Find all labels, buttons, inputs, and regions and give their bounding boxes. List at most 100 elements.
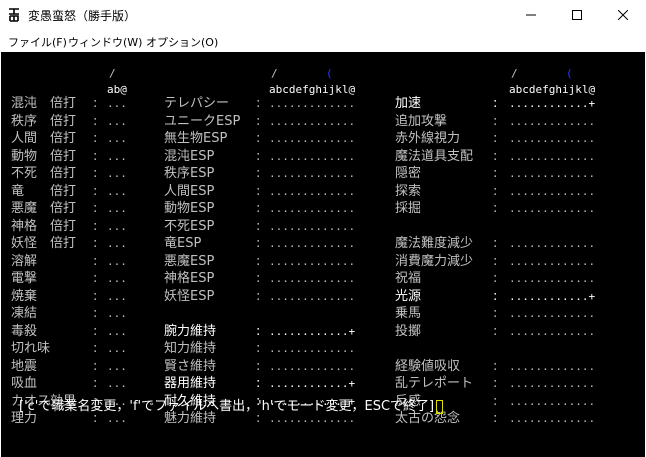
- menu-window[interactable]: ウィンドウ(W): [68, 34, 142, 50]
- flag-label: 秩序 倍打: [11, 113, 77, 129]
- flag-value: .............: [269, 359, 356, 373]
- flag-separator: :: [93, 306, 98, 321]
- flag-label: 追加攻撃: [395, 113, 448, 129]
- flag-separator: :: [256, 131, 261, 146]
- flag-separator: :: [256, 201, 261, 216]
- flag-label: 知力維持: [164, 341, 217, 356]
- flag-label: 神格ESP: [164, 271, 215, 286]
- flag-value: .............: [509, 359, 596, 373]
- flag-separator: :: [493, 393, 498, 409]
- flag-value: ...: [107, 114, 127, 128]
- close-icon: [618, 10, 628, 20]
- flag-value: .............: [269, 202, 356, 215]
- flag-value: .............: [509, 237, 596, 250]
- flag-separator: :: [256, 376, 261, 391]
- flag-value: .............: [509, 149, 596, 163]
- flag-label: 焼棄: [11, 288, 38, 304]
- flag-separator: :: [493, 271, 498, 286]
- flag-separator: :: [93, 236, 98, 251]
- flag-separator: :: [493, 376, 498, 391]
- flag-value: .............: [269, 167, 356, 180]
- flag-value: ...: [107, 324, 127, 338]
- flag-separator: :: [93, 148, 98, 164]
- flag-value: .............: [509, 114, 596, 128]
- flag-value: ...: [107, 97, 127, 110]
- flag-value: .............: [509, 307, 596, 320]
- flag-value: ............+: [269, 377, 356, 390]
- flag-value: ...: [107, 254, 127, 268]
- flag-separator: :: [93, 358, 98, 374]
- flag-label: 混沌ESP: [164, 148, 215, 164]
- flag-value: .............: [509, 412, 596, 425]
- flag-separator: :: [493, 96, 498, 111]
- flag-label: 切れ味: [11, 341, 51, 356]
- flag-value: ...: [107, 219, 127, 233]
- flag-separator: :: [493, 113, 498, 129]
- minimize-button[interactable]: [508, 0, 554, 30]
- close-button[interactable]: [600, 0, 646, 30]
- flag-separator: :: [93, 253, 98, 269]
- flag-label: 探索: [395, 183, 422, 199]
- flag-label: 消費魔力減少: [395, 253, 474, 269]
- flag-label: 悪魔 倍打: [11, 201, 77, 216]
- flag-label: 神格 倍打: [11, 218, 77, 234]
- flag-label: 吸血: [11, 376, 38, 391]
- flag-separator: :: [493, 236, 498, 251]
- flag-value: .............: [269, 237, 356, 250]
- flag-separator: :: [256, 183, 261, 199]
- maximize-button[interactable]: [554, 0, 600, 30]
- flag-value: .............: [269, 97, 356, 110]
- window-title: 変愚蛮怒（勝手版）: [28, 9, 137, 23]
- column-slash-marker: /: [271, 67, 278, 80]
- flag-separator: :: [93, 218, 98, 234]
- app-window: 変愚蛮怒（勝手版） ファイル(F) ウィンドウ(W) オプション(O) / ab@…: [0, 0, 646, 457]
- flag-label: 秩序ESP: [164, 166, 215, 181]
- flag-label: 人間ESP: [164, 183, 215, 199]
- game-terminal[interactable]: / ab@ 混沌 倍打:... 秩序 倍打:... 人間 倍打:... 動物 倍打:...…: [1, 52, 645, 457]
- flag-value: .............: [509, 132, 596, 145]
- flag-separator: :: [493, 183, 498, 199]
- flag-value: .............: [269, 289, 356, 303]
- flag-value: .............: [509, 377, 596, 390]
- flag-separator: :: [93, 113, 98, 129]
- flag-separator: :: [493, 358, 498, 374]
- flag-separator: :: [93, 131, 98, 146]
- flag-separator: :: [256, 166, 261, 181]
- flag-separator: :: [256, 323, 261, 339]
- title-bar[interactable]: 変愚蛮怒（勝手版）: [0, 0, 646, 30]
- flag-separator: :: [493, 306, 498, 321]
- flag-separator: :: [93, 166, 98, 181]
- flag-label: 毒殺: [11, 323, 38, 339]
- flag-label: 賢さ維持: [164, 358, 217, 374]
- flag-label: 竜ESP: [164, 236, 202, 251]
- flag-separator: :: [256, 271, 261, 286]
- flag-label: 凍結: [11, 306, 38, 321]
- flag-label: 妖怪 倍打: [11, 236, 77, 251]
- flag-value: ...: [107, 289, 127, 303]
- flag-separator: :: [256, 341, 261, 356]
- flag-separator: :: [256, 288, 261, 304]
- flag-separator: :: [93, 96, 98, 111]
- flag-separator: :: [256, 96, 261, 111]
- minimize-icon: [526, 14, 536, 16]
- flag-value: ...: [107, 184, 127, 198]
- flag-label: 加速: [395, 96, 422, 111]
- flag-separator: :: [493, 288, 498, 304]
- flag-value: .............: [269, 149, 356, 163]
- flag-label: 溶解: [11, 253, 38, 269]
- flag-value: ...: [107, 342, 127, 355]
- menu-file[interactable]: ファイル(F): [8, 34, 67, 50]
- flag-label: 竜 倍打: [11, 183, 77, 199]
- flag-value: ............+: [509, 289, 596, 303]
- flag-separator: :: [93, 341, 98, 356]
- flag-value: .............: [269, 184, 356, 198]
- flag-label: 地震: [11, 358, 38, 374]
- flag-value: ...: [107, 202, 127, 215]
- flag-label: テレパシー: [164, 96, 230, 111]
- flag-label: 不死ESP: [164, 218, 215, 234]
- app-kanji-icon[interactable]: [6, 7, 22, 23]
- flag-label: 混沌 倍打: [11, 96, 77, 111]
- column-accent-marker: (: [566, 67, 573, 80]
- menu-options[interactable]: オプション(O): [146, 34, 218, 50]
- flag-separator: :: [93, 323, 98, 339]
